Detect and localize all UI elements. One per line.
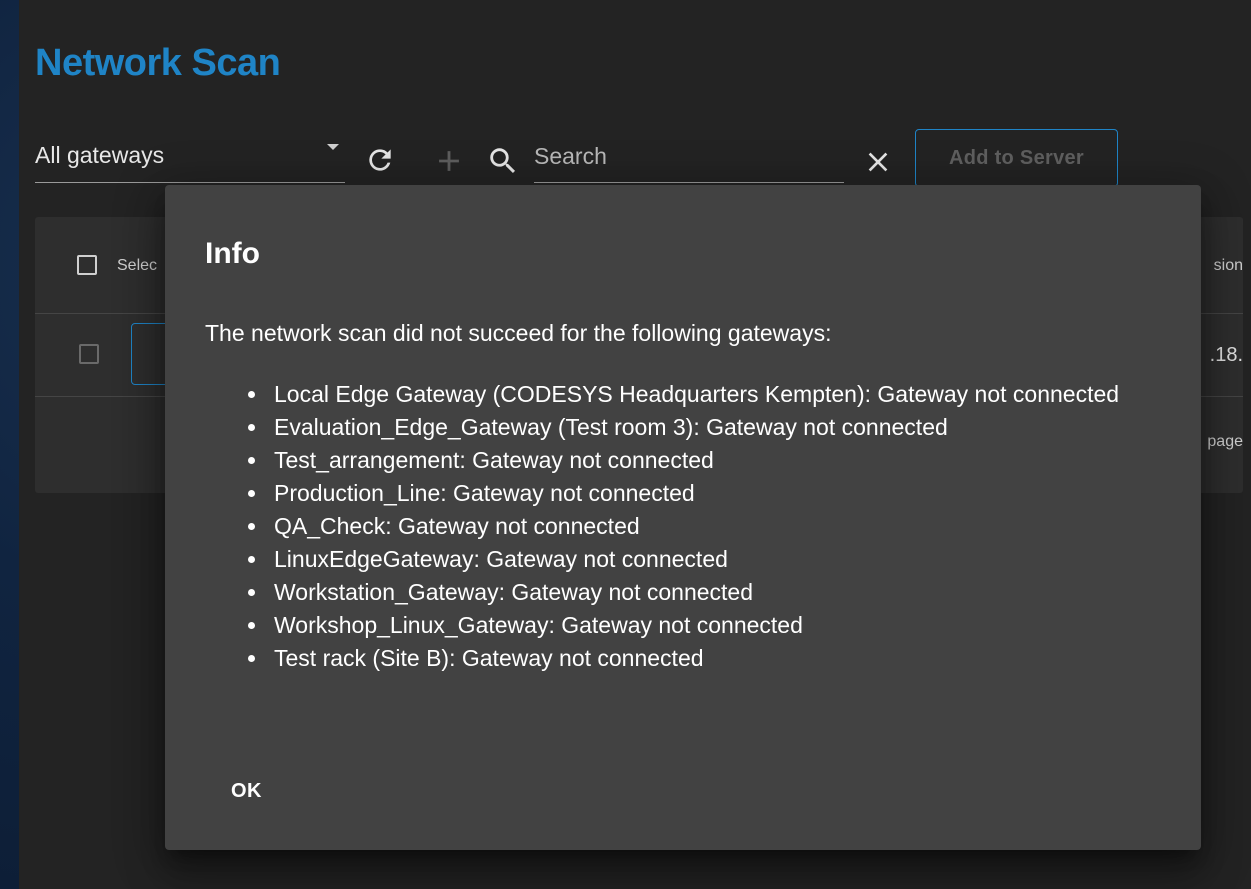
add-to-server-button[interactable]: Add to Server bbox=[915, 129, 1118, 187]
list-item: Production_Line: Gateway not connected bbox=[248, 477, 1155, 510]
close-icon[interactable] bbox=[862, 146, 894, 178]
select-column-header: Selec bbox=[117, 257, 158, 274]
search-input[interactable] bbox=[534, 138, 834, 174]
list-item: QA_Check: Gateway not connected bbox=[248, 510, 1155, 543]
list-item: Local Edge Gateway (CODESYS Headquarters… bbox=[248, 378, 1155, 411]
pagination-label: page bbox=[1207, 433, 1243, 450]
select-all-checkbox[interactable] bbox=[77, 255, 97, 275]
list-item: Test rack (Site B): Gateway not connecte… bbox=[248, 642, 1155, 675]
version-column-header: sion bbox=[1213, 257, 1243, 274]
gateway-filter-select[interactable]: All gateways bbox=[35, 136, 345, 183]
add-icon[interactable] bbox=[432, 144, 466, 178]
refresh-icon[interactable] bbox=[364, 144, 396, 176]
page-title: Network Scan bbox=[35, 42, 281, 84]
list-item: Test_arrangement: Gateway not connected bbox=[248, 444, 1155, 477]
row-version-value: .18. bbox=[1209, 344, 1243, 366]
dialog-title: Info bbox=[205, 237, 260, 270]
dialog-message: The network scan did not succeed for the… bbox=[205, 320, 832, 346]
row-checkbox[interactable] bbox=[79, 344, 99, 364]
chevron-down-icon bbox=[327, 144, 339, 150]
search-field[interactable] bbox=[534, 136, 844, 183]
list-item: Workstation_Gateway: Gateway not connect… bbox=[248, 576, 1155, 609]
info-dialog: Info The network scan did not succeed fo… bbox=[165, 185, 1201, 850]
list-item: LinuxEdgeGateway: Gateway not connected bbox=[248, 543, 1155, 576]
failed-gateway-list: Local Edge Gateway (CODESYS Headquarters… bbox=[205, 378, 1155, 675]
search-icon bbox=[486, 144, 520, 178]
list-item: Workshop_Linux_Gateway: Gateway not conn… bbox=[248, 609, 1155, 642]
gateway-filter-value: All gateways bbox=[35, 142, 165, 168]
ok-button[interactable]: OK bbox=[231, 773, 291, 809]
list-item: Evaluation_Edge_Gateway (Test room 3): G… bbox=[248, 411, 1155, 444]
